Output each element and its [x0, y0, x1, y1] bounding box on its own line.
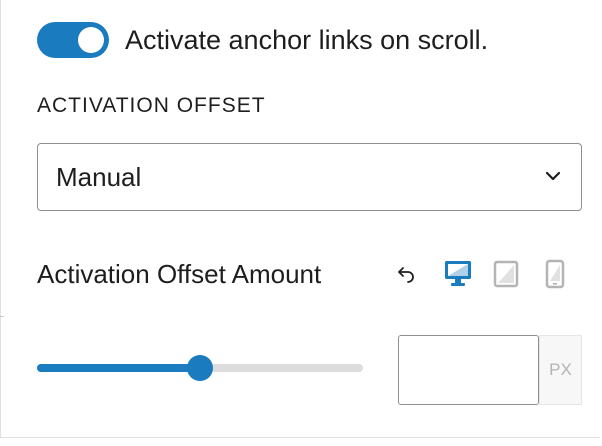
tablet-icon[interactable]: [493, 260, 519, 288]
offset-amount-slider[interactable]: [37, 352, 363, 384]
panel-divider-tick: [0, 316, 4, 317]
unit-selector[interactable]: PX: [539, 335, 582, 405]
anchor-links-toggle-row: Activate anchor links on scroll.: [37, 22, 488, 58]
chevron-down-icon: [545, 171, 561, 181]
offset-amount-input[interactable]: [398, 335, 539, 405]
undo-arrow-icon[interactable]: [394, 263, 416, 285]
offset-amount-label: Activation Offset Amount: [37, 259, 322, 289]
slider-thumb[interactable]: [187, 355, 213, 381]
activation-offset-select-value: Manual: [56, 161, 142, 192]
desktop-icon[interactable]: [443, 258, 473, 288]
anchor-links-toggle-label[interactable]: Activate anchor links on scroll.: [125, 25, 488, 56]
slider-fill: [37, 364, 200, 372]
mobile-icon[interactable]: [543, 259, 567, 289]
toggle-knob: [78, 27, 104, 53]
activation-offset-select[interactable]: Manual: [37, 143, 582, 211]
offset-amount-header: Activation Offset Amount: [37, 256, 577, 292]
activation-offset-heading: ACTIVATION OFFSET: [37, 94, 266, 117]
anchor-links-toggle[interactable]: [37, 22, 109, 58]
